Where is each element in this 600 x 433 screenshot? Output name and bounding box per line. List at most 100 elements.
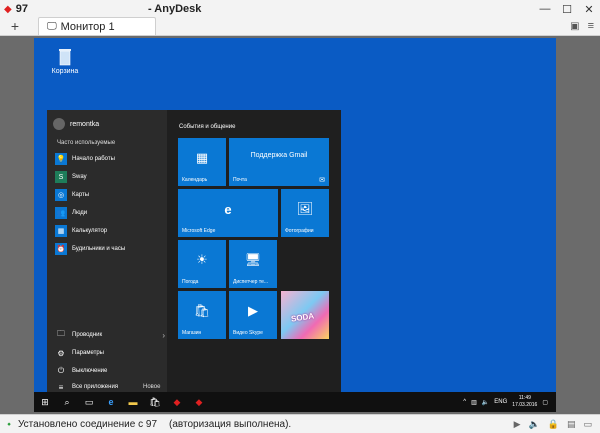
chevron-right-icon: › (162, 330, 165, 340)
list-item[interactable]: ▦ Калькулятор (55, 224, 107, 238)
mail-tile-headline: Поддержка Gmail (250, 152, 308, 159)
photo-icon: 🖼 (296, 201, 314, 216)
tile-edge[interactable]: e Microsoft Edge (178, 189, 278, 237)
notifications-icon[interactable]: ▢ (542, 399, 548, 406)
calendar-icon: ▦ (195, 150, 209, 165)
recycle-bin[interactable]: Корзина (48, 48, 82, 75)
power-item[interactable]: ⏻ Выключение (55, 364, 165, 378)
tile-label: Видео Skype (233, 330, 263, 336)
folder-icon: 🗀 (57, 329, 65, 338)
window-title: - AnyDesk (148, 3, 202, 15)
session-id: 97 (15, 3, 28, 15)
candy-crush-logo: SODA (290, 311, 315, 324)
network-icon[interactable]: ▥ (471, 399, 477, 406)
list-item[interactable]: ◎ Карты (55, 188, 89, 202)
settings-item[interactable]: ⚙ Параметры (55, 346, 165, 360)
volume-icon[interactable]: 🔈 (482, 399, 489, 406)
monitor-icon: 🖵 (47, 21, 57, 32)
lightbulb-icon: 💡 (55, 153, 67, 165)
video-icon[interactable]: ▶ (514, 419, 521, 430)
store-bag-icon: 🛍 (193, 303, 211, 318)
windows-start-icon[interactable]: ⊞ (34, 392, 56, 412)
tile-skype-video[interactable]: ▶ Видео Skype (229, 291, 277, 339)
tab-monitor-label: Монитор 1 (60, 20, 115, 33)
app-label: Люди (72, 210, 88, 216)
lock-icon[interactable]: 🔒 (548, 419, 559, 430)
clock[interactable]: 11:49 17.03.2016 (512, 395, 537, 409)
tile-task-manager[interactable]: 🖥 Диспетчер те... (229, 240, 277, 288)
tab-monitor[interactable]: 🖵 Монитор 1 (38, 17, 156, 35)
maps-icon: ◎ (55, 189, 67, 201)
list-item[interactable]: ⏰ Будильники и часы (55, 242, 125, 256)
title-bar: ◆ 97 - AnyDesk — ☐ ✕ (0, 0, 600, 18)
list-item[interactable]: 💡 Начало работы (55, 152, 115, 166)
anydesk-logo-icon: ◆ (4, 3, 12, 15)
tile-mail[interactable]: Поддержка Gmail Почта ✉ (229, 138, 329, 186)
edge-taskbar-icon[interactable]: e (100, 392, 122, 412)
new-label: Новое (143, 384, 161, 390)
start-menu: remontka Часто используемые 💡 Начало раб… (47, 110, 341, 392)
tile-label: Фотографии (285, 228, 314, 234)
most-used-heading: Часто используемые (57, 140, 116, 146)
user-account[interactable]: remontka (53, 118, 99, 130)
start-menu-left-pane: remontka Часто используемые 💡 Начало раб… (47, 110, 167, 392)
tile-label: Погода (182, 279, 199, 285)
anydesk-taskbar-icon[interactable]: ◆ (166, 392, 188, 412)
minimize-button[interactable]: — (534, 0, 556, 18)
tab-bar: + 🖵 Монитор 1 ▣ ≡ (0, 17, 600, 36)
auth-status: (авторизация выполнена). (169, 418, 292, 430)
explorer-label: Проводник (72, 332, 103, 338)
monitor-icon: 🖥 (244, 252, 262, 267)
explorer-item[interactable]: 🗀 Проводник › (55, 328, 165, 342)
tile-calendar[interactable]: ▦ Календарь (178, 138, 226, 186)
tile-weather[interactable]: ☀ Погода (178, 240, 226, 288)
tile-photos[interactable]: 🖼 Фотографии (281, 189, 329, 237)
tile-group-title: События и общение (179, 124, 236, 130)
sound-icon[interactable]: 🔈 (529, 419, 540, 430)
menu-icon[interactable]: ≡ (588, 20, 594, 32)
monitor-status-icon[interactable]: ▭ (583, 419, 592, 430)
tile-label: Диспетчер те... (233, 279, 269, 285)
new-tab-button[interactable]: + (0, 17, 30, 35)
clipboard-icon[interactable]: ▤ (567, 419, 576, 430)
list-icon: ≡ (58, 382, 64, 392)
alarm-clock-icon: ⏰ (55, 243, 67, 255)
maximize-button[interactable]: ☐ (556, 0, 578, 18)
app-label: Карты (72, 192, 90, 198)
power-icon: ⏻ (57, 366, 65, 375)
system-tray: ^ ▥ 🔈 ENG 11:49 17.03.2016 ▢ (463, 395, 556, 409)
close-button[interactable]: ✕ (578, 0, 600, 18)
app-label: Sway (72, 174, 87, 180)
calculator-icon: ▦ (55, 225, 67, 237)
sun-icon: ☀ (196, 252, 208, 267)
tile-store[interactable]: 🛍 Магазин (178, 291, 226, 339)
keyboard-language[interactable]: ENG (494, 399, 507, 405)
tile-candy-crush[interactable]: SODA (281, 291, 329, 339)
folder-taskbar-icon[interactable]: ▬ (122, 392, 144, 412)
store-taskbar-icon[interactable]: 🛍 (144, 392, 166, 412)
list-item[interactable]: 👥 Люди (55, 206, 87, 220)
tile-label: Календарь (182, 177, 208, 183)
connected-icon: ⬩ (7, 418, 11, 430)
remote-desktop[interactable]: Корзина remontka Часто используемые 💡 На… (34, 38, 556, 412)
clock-time: 11:49 (518, 395, 531, 401)
people-icon: 👥 (55, 207, 67, 219)
recycle-bin-icon (59, 49, 71, 66)
chevron-up-icon[interactable]: ^ (463, 399, 466, 405)
status-bar: ⬩ Установлено соединение с 97 (авторизац… (0, 414, 600, 433)
anydesk-taskbar-icon-2[interactable]: ◆ (188, 392, 210, 412)
search-icon[interactable]: ⌕ (56, 392, 78, 412)
tile-label: Магазин (182, 330, 202, 336)
list-item[interactable]: S Sway (55, 170, 87, 184)
app-label: Будильники и часы (72, 246, 126, 252)
task-view-icon[interactable]: ▭ (78, 392, 100, 412)
video-camera-icon: ▶ (248, 303, 258, 318)
power-label: Выключение (72, 368, 108, 374)
sway-icon: S (55, 171, 67, 183)
remote-viewport[interactable]: Корзина remontka Часто используемые 💡 На… (0, 36, 600, 414)
chat-icon[interactable]: ▣ (570, 21, 579, 32)
connection-status: Установлено соединение с 97 (18, 418, 158, 430)
app-label: Калькулятор (72, 228, 108, 234)
tile-label: Почта (233, 177, 247, 183)
all-apps-label: Все приложения (72, 384, 119, 390)
